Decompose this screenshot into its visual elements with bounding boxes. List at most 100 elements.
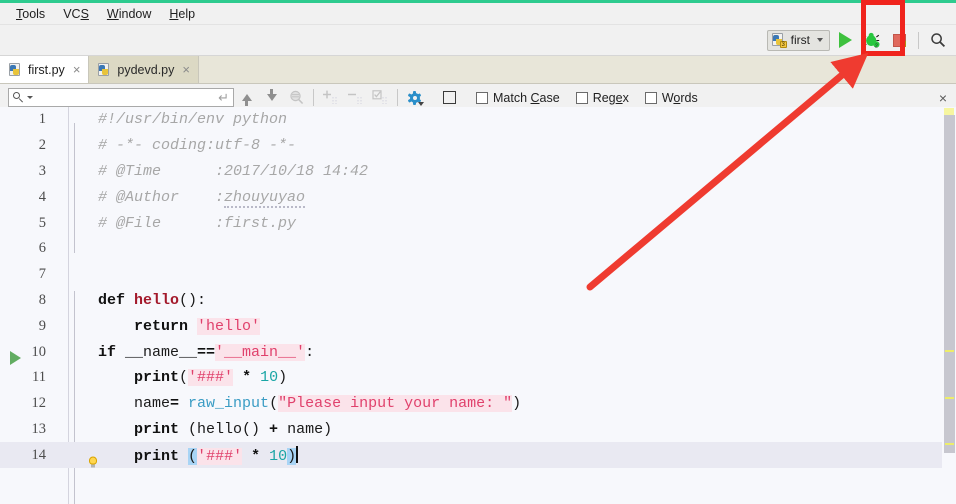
code-token: '__main__' (215, 343, 306, 361)
code-line[interactable]: 14 print ('###' * 10) (0, 442, 956, 469)
toolbar-separator (918, 31, 919, 49)
option-words[interactable]: Words (644, 90, 698, 105)
bug-icon: 2 (863, 32, 880, 49)
code-token: ) (287, 447, 297, 465)
gutter-slot[interactable] (46, 133, 90, 159)
debug-button[interactable]: 2 (860, 28, 884, 52)
checkbox-regex[interactable] (575, 91, 588, 104)
code-line[interactable]: 9 return 'hello' (0, 313, 956, 339)
code-line[interactable]: 7 (0, 262, 956, 288)
previous-occurrence-button[interactable] (234, 87, 259, 109)
find-close-button[interactable]: × (939, 91, 947, 105)
option-match-case[interactable]: Match Case (476, 91, 560, 105)
code-token: : (305, 343, 315, 361)
gutter-slot[interactable] (46, 288, 90, 314)
code-line[interactable]: 2 # -*- coding:utf-8 -*- (0, 133, 956, 159)
select-all-occurrences-button[interactable] (368, 87, 393, 109)
code-editor[interactable]: 1 #!/usr/bin/env python 2 # -*- coding:utf-… (0, 107, 956, 504)
search-everywhere-button[interactable] (926, 28, 950, 52)
code-token: #!/usr/bin/env python (98, 111, 288, 129)
code-text[interactable]: if __name__=='__main__': (90, 343, 315, 361)
arrow-up-icon (241, 94, 252, 106)
code-token: hello (134, 291, 180, 309)
gutter-slot[interactable] (46, 159, 90, 185)
code-text[interactable]: name= raw_input("Please input your name:… (90, 395, 521, 413)
code-text[interactable]: print (hello() + name) (90, 421, 332, 438)
option-regex[interactable]: Regex (575, 91, 629, 105)
line-number: 8 (38, 291, 46, 308)
stop-button[interactable]: 3 (887, 28, 911, 52)
gutter-slot[interactable] (46, 262, 90, 288)
code-text[interactable]: return 'hello' (90, 317, 261, 335)
gutter-slot[interactable] (46, 391, 90, 417)
remove-occurrence-button[interactable] (343, 87, 368, 109)
code-line[interactable]: 5 # @File :first.py (0, 210, 956, 236)
code-text[interactable]: print ('###' * 10) (90, 445, 298, 465)
tab-close-icon[interactable]: × (182, 62, 190, 77)
line-number: 7 (38, 266, 46, 283)
warning-stripe-marker[interactable] (945, 350, 954, 352)
menu-item-vcs[interactable]: VCS (55, 5, 97, 23)
code-lines-container[interactable]: 1 #!/usr/bin/env python 2 # -*- coding:utf-… (0, 107, 956, 469)
code-line[interactable]: 4 # @Author :zhouyuyao (0, 184, 956, 210)
gutter-slot[interactable] (46, 442, 90, 468)
editor-vertical-scrollbar[interactable] (942, 107, 956, 504)
gutter-slot[interactable] (46, 365, 90, 391)
warning-stripe-marker[interactable] (945, 397, 954, 399)
filter-button[interactable] (437, 87, 462, 109)
line-number: 3 (38, 162, 46, 179)
tab-pydevd-py[interactable]: pydevd.py × (89, 56, 199, 83)
code-line[interactable]: 11 print('###' * 10) (0, 365, 956, 391)
code-line[interactable]: 10 if __name__=='__main__': (0, 339, 956, 365)
code-token: ( (179, 369, 189, 387)
code-line[interactable]: 13 print (hello() + name) (0, 417, 956, 443)
menu-item-help[interactable]: Help (161, 5, 203, 23)
code-line[interactable]: 12 name= raw_input("Please input your na… (0, 391, 956, 417)
code-line[interactable]: 8 def hello(): (0, 288, 956, 314)
tab-first-py[interactable]: first.py × (0, 56, 90, 83)
next-occurrence-button[interactable] (259, 87, 284, 109)
code-token: # @Time :2017/10/18 14:42 (98, 162, 369, 180)
scrollbar-thumb[interactable] (944, 115, 955, 453)
code-text[interactable]: #!/usr/bin/env python (90, 111, 287, 128)
menu-item-tools[interactable]: Tools (8, 5, 53, 23)
gutter-slot[interactable] (46, 313, 90, 339)
run-configuration-selector[interactable]: 3 first (766, 29, 830, 51)
gutter-slot[interactable] (46, 107, 90, 133)
run-configuration-label: first (790, 33, 810, 47)
checkbox-match-case[interactable] (476, 91, 488, 104)
code-text[interactable]: # @Time :2017/10/18 14:42 (90, 163, 368, 180)
menu-item-window[interactable]: Window (99, 5, 159, 23)
gutter-slot[interactable] (46, 184, 90, 210)
gutter-slot[interactable] (46, 210, 90, 236)
search-input[interactable] (36, 91, 216, 104)
code-line[interactable]: 3 # @Time :2017/10/18 14:42 (0, 159, 956, 185)
gutter-slot[interactable] (46, 339, 90, 365)
code-text[interactable]: # @File :first.py (90, 215, 296, 232)
code-text[interactable]: # @Author :zhouyuyao (90, 188, 306, 208)
intention-bulb-icon[interactable] (88, 456, 98, 468)
find-separator (313, 89, 314, 106)
warning-stripe-marker[interactable] (945, 443, 954, 445)
option-label: Words (661, 90, 698, 105)
code-line[interactable]: 1 #!/usr/bin/env python (0, 107, 956, 133)
code-text[interactable]: def hello(): (90, 292, 206, 309)
checkbox-words[interactable] (644, 91, 657, 104)
gutter-slot[interactable] (46, 417, 90, 443)
find-all-button[interactable] (284, 87, 309, 109)
run-line-marker-icon[interactable] (10, 351, 21, 365)
code-text[interactable]: # -*- coding:utf-8 -*- (90, 137, 296, 154)
tab-close-icon[interactable]: × (73, 62, 81, 77)
find-settings-button[interactable] (402, 87, 427, 109)
search-history-chevron-icon[interactable] (27, 96, 33, 99)
search-field-wrapper[interactable]: ↵ (8, 88, 234, 107)
add-occurrence-button[interactable] (318, 87, 343, 109)
menu-bar: Tools VCS Window Help (0, 3, 956, 25)
code-line[interactable]: 6 (0, 236, 956, 262)
code-text[interactable]: print('###' * 10) (90, 369, 287, 387)
gutter-slot[interactable] (46, 236, 90, 262)
run-button[interactable] (833, 28, 857, 52)
